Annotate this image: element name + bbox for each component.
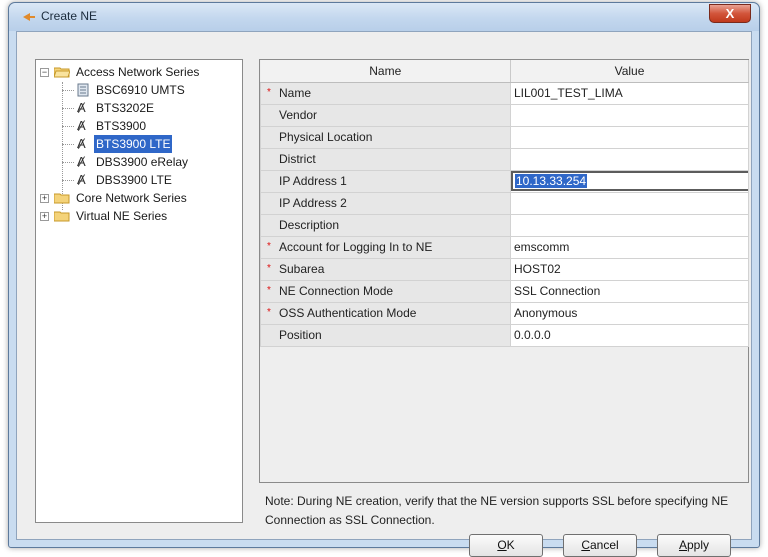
ssl-note: Note: During NE creation, verify that th…	[265, 494, 729, 527]
property-value-cell[interactable]	[510, 191, 749, 215]
property-value-cell[interactable]: emscomm	[510, 235, 749, 259]
tree-label-selected: BTS3900 LTE	[92, 134, 174, 154]
column-header-name[interactable]: Name	[260, 60, 511, 83]
cancel-button[interactable]: Cancel	[563, 534, 637, 557]
antenna-icon: Ⱥ	[77, 172, 86, 187]
ip-address-1-input[interactable]: 10.13.33.254	[511, 171, 748, 191]
property-name: NE Connection Mode	[279, 284, 394, 298]
tree-label: Core Network Series	[76, 191, 187, 205]
tree-label: BTS3900	[96, 119, 147, 133]
table-row[interactable]: * OSS Authentication Mode Anonymous	[260, 301, 749, 325]
ne-properties-table: Name Value * Name LIL001_TEST_LIMA Vendor Ph…	[259, 59, 749, 483]
property-name-cell: * OSS Authentication Mode	[260, 301, 511, 325]
title-bar[interactable]: Create NE X	[9, 3, 759, 31]
antenna-icon: Ⱥ	[77, 118, 86, 133]
antenna-icon: Ⱥ	[77, 136, 86, 151]
property-name-cell: Physical Location	[260, 125, 511, 149]
table-row[interactable]: * Account for Logging In to NE emscomm	[260, 235, 749, 259]
close-button[interactable]: X	[709, 4, 751, 23]
tree-label: BSC6910 UMTS	[96, 83, 185, 97]
table-row[interactable]: Physical Location	[260, 125, 749, 149]
property-value: emscomm	[514, 240, 570, 254]
folder-icon	[54, 193, 70, 204]
property-name: Subarea	[279, 262, 325, 276]
table-row[interactable]: Position 0.0.0.0	[260, 323, 749, 347]
property-value-cell[interactable]	[510, 125, 749, 149]
property-name-cell: IP Address 1	[260, 169, 511, 193]
property-value: HOST02	[514, 262, 561, 276]
tree-label: DBS3900 eRelay	[96, 155, 189, 169]
expand-toggle[interactable]: +	[40, 212, 49, 221]
antenna-icon: Ⱥ	[77, 100, 86, 115]
ne-type-tree: − Access Network Series BSC6910 UMTS Ⱥ B…	[35, 59, 243, 523]
property-name-cell: Vendor	[260, 103, 511, 127]
antenna-icon: Ⱥ	[77, 154, 86, 169]
app-icon	[23, 13, 35, 21]
column-header-value[interactable]: Value	[510, 60, 749, 83]
property-value-cell[interactable]	[510, 147, 749, 171]
tree-label: DBS3900 LTE	[96, 173, 172, 187]
apply-button[interactable]: Apply	[657, 534, 731, 557]
property-name: IP Address 2	[279, 196, 347, 210]
tree-label: BTS3202E	[96, 101, 155, 115]
table-row[interactable]: Description	[260, 213, 749, 237]
required-marker: *	[267, 262, 271, 274]
table-row[interactable]: * Name LIL001_TEST_LIMA	[260, 81, 749, 105]
dialog-body: − Access Network Series BSC6910 UMTS Ⱥ B…	[16, 31, 752, 557]
property-name: Physical Location	[279, 130, 373, 144]
table-row[interactable]: IP Address 2	[260, 191, 749, 215]
property-value-cell[interactable]	[510, 213, 749, 237]
property-value: SSL Connection	[514, 284, 601, 298]
property-value: 0.0.0.0	[514, 328, 551, 342]
nodeb-icon	[77, 83, 89, 97]
required-marker: *	[267, 284, 271, 296]
property-name: OSS Authentication Mode	[279, 306, 417, 320]
ok-button[interactable]: OK	[469, 534, 543, 557]
selected-text: 10.13.33.254	[515, 174, 588, 188]
property-name: Vendor	[279, 108, 318, 122]
property-name: IP Address 1	[279, 174, 347, 188]
property-value-cell[interactable]: LIL001_TEST_LIMA	[510, 81, 749, 105]
window-title: Create NE	[41, 9, 98, 23]
tree-label: Access Network Series	[76, 65, 200, 79]
property-name-cell: * Account for Logging In to NE	[260, 235, 511, 259]
property-name: Account for Logging In to NE	[279, 240, 433, 254]
folder-icon	[54, 211, 70, 222]
property-name: Name	[279, 86, 312, 100]
property-name-cell: * Name	[260, 81, 511, 105]
property-name-cell: * NE Connection Mode	[260, 279, 511, 303]
property-value-cell[interactable]	[510, 103, 749, 127]
property-name-cell: * Subarea	[260, 257, 511, 281]
property-name-cell: IP Address 2	[260, 191, 511, 215]
property-name: Position	[279, 328, 322, 342]
property-name-cell: Position	[260, 323, 511, 347]
property-value-cell[interactable]: Anonymous	[510, 301, 749, 325]
property-name: District	[279, 152, 316, 166]
table-row[interactable]: * Subarea HOST02	[260, 257, 749, 281]
table-row[interactable]: District	[260, 147, 749, 171]
collapse-toggle[interactable]: −	[40, 68, 49, 77]
expand-toggle[interactable]: +	[40, 194, 49, 203]
property-name-cell: District	[260, 147, 511, 171]
tree-label: Virtual NE Series	[76, 209, 168, 223]
property-name-cell: Description	[260, 213, 511, 237]
table-row[interactable]: IP Address 1 10.13.33.254	[260, 169, 749, 193]
property-value: Anonymous	[514, 306, 578, 320]
folder-open-icon	[54, 67, 70, 78]
required-marker: *	[267, 240, 271, 252]
table-row[interactable]: Vendor	[260, 103, 749, 127]
property-name: Description	[279, 218, 340, 232]
required-marker: *	[267, 86, 271, 98]
property-value-cell[interactable]: SSL Connection	[510, 279, 749, 303]
required-marker: *	[267, 306, 271, 318]
property-value: LIL001_TEST_LIMA	[514, 86, 623, 100]
property-value-cell[interactable]: 10.13.33.254	[510, 169, 749, 193]
table-row[interactable]: * NE Connection Mode SSL Connection	[260, 279, 749, 303]
create-ne-dialog: Create NE X − Access Network Series BSC6…	[8, 2, 760, 557]
property-value-cell[interactable]: HOST02	[510, 257, 749, 281]
tree-connector	[62, 82, 63, 210]
property-value-cell[interactable]: 0.0.0.0	[510, 323, 749, 347]
